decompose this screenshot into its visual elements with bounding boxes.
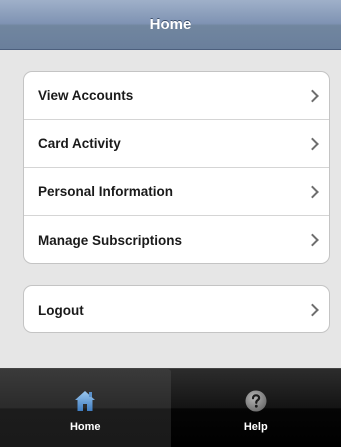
chevron-right-icon bbox=[306, 137, 319, 150]
menu-item-label: Manage Subscriptions bbox=[38, 232, 183, 248]
menu-item-manage-subscriptions[interactable]: Manage Subscriptions bbox=[24, 216, 329, 263]
menu-item-label: Card Activity bbox=[38, 136, 121, 151]
logout-list: Logout bbox=[23, 285, 330, 333]
chevron-right-icon bbox=[306, 303, 319, 317]
home-icon bbox=[75, 391, 96, 411]
tab-bar: Home Help bbox=[0, 368, 341, 447]
tab-help[interactable]: Help bbox=[171, 369, 341, 447]
help-icon bbox=[245, 390, 267, 412]
menu-item-view-accounts[interactable]: View Accounts bbox=[24, 72, 329, 120]
app-screen: Home View Accounts Card Activity Persona… bbox=[0, 0, 341, 447]
chevron-right-icon bbox=[306, 89, 319, 102]
tab-help-label: Help bbox=[243, 421, 268, 433]
logout-label: Logout bbox=[38, 302, 84, 318]
chevron-right-icon bbox=[306, 233, 319, 247]
menu-item-personal-information[interactable]: Personal Information bbox=[24, 168, 329, 216]
nav-bar: Home bbox=[0, 0, 341, 50]
menu-item-label: View Accounts bbox=[38, 88, 134, 103]
tab-home-label: Home bbox=[69, 421, 101, 433]
menu-item-label: Personal Information bbox=[38, 184, 174, 199]
tab-home[interactable]: Home bbox=[0, 369, 171, 447]
page-title: Home bbox=[149, 16, 192, 33]
chevron-right-icon bbox=[306, 185, 319, 198]
menu-list: View Accounts Card Activity Personal Inf… bbox=[23, 71, 330, 264]
logout-button[interactable]: Logout bbox=[24, 286, 329, 332]
menu-item-card-activity[interactable]: Card Activity bbox=[24, 120, 329, 168]
